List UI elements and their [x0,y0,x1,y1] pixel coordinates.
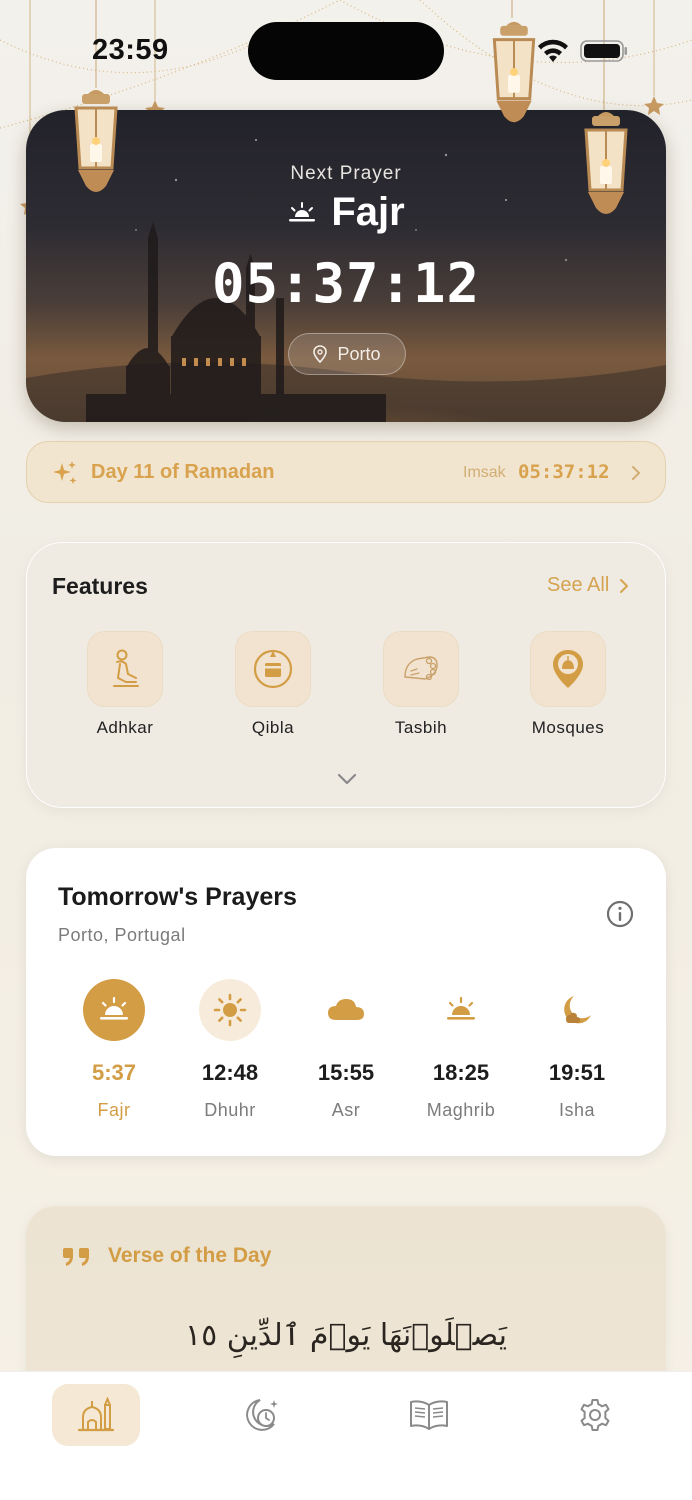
prayer-maghrib-name: Maghrib [426,1100,496,1120]
see-all-button[interactable]: See All [547,574,629,597]
mosque-silhouette [86,222,386,422]
prayer-fajr-name: Fajr [97,1100,131,1120]
gear-icon [580,1399,610,1431]
prayer-asr-name: Asr [331,1100,361,1120]
status-time: 23:59 [92,34,169,66]
prayer-fajr-badge [83,979,145,1041]
mosque-pin-icon [553,650,583,688]
feature-mosques-tile [530,631,606,707]
prayer-isha-badge [546,979,608,1041]
prayer-dhuhr[interactable]: 12:48 Dhuhr [175,979,285,1121]
location-pill[interactable]: Porto [288,333,406,375]
feature-qibla[interactable]: Qibla [218,631,328,738]
prayer-countdown: 05:37:12 [211,252,481,315]
lantern-decoration-left [74,90,118,192]
sparkle-icon [53,461,77,484]
prayer-isha-time: 19:51 [548,1060,606,1085]
verse-arabic-text: يَصۡلَوۡنَهَا يَوۡمَ ٱلدِّينِ ١٥ [184,1318,508,1353]
tab-quran[interactable] [385,1384,473,1446]
lantern-decoration-right [584,112,628,214]
quote-icon [63,1248,89,1266]
prayer-dhuhr-badge [199,979,261,1041]
prayer-maghrib-badge [430,979,492,1041]
prayer-dhuhr-time: 12:48 [201,1060,259,1085]
prayer-asr-time: 15:55 [317,1060,375,1085]
sun-icon [213,993,247,1027]
see-all-label: See All [547,574,610,596]
sunset-icon [447,996,475,1020]
next-prayer-name: Fajr [331,190,405,234]
feature-adhkar[interactable]: Adhkar [70,631,180,738]
ramadan-day: Day 11 of Ramadan [91,461,275,483]
feature-tasbih-tile [383,631,459,707]
location-name: Porto [337,343,381,364]
features-card: Features See All Adhkar Qibla Tasbih Mos… [26,542,666,808]
prayer-isha-name: Isha [558,1100,596,1120]
feature-tasbih-label: Tasbih [394,718,448,737]
battery-icon [580,40,627,62]
tab-prayer-times[interactable] [219,1384,307,1446]
features-title: Features [52,573,148,599]
prayer-isha[interactable]: 19:51 Isha [522,979,632,1121]
sunrise-icon [100,996,128,1020]
prayer-asr[interactable]: 15:55 Asr [291,979,401,1121]
prayer-dhuhr-name: Dhuhr [204,1100,256,1120]
location-pin-icon [313,345,328,363]
feature-adhkar-label: Adhkar [96,718,154,737]
chevron-right-icon [620,578,629,593]
verse-title: Verse of the Day [108,1244,272,1267]
info-icon[interactable] [606,900,634,928]
feature-mosques-label: Mosques [531,718,605,737]
imsak-label: Imsak [463,464,506,481]
dynamic-island [248,22,444,80]
moon-clock-icon [246,1399,278,1431]
prayer-maghrib[interactable]: 18:25 Maghrib [406,979,516,1121]
expand-chevron-icon[interactable] [335,771,359,787]
compass-kaaba-icon [253,649,293,689]
feature-qibla-label: Qibla [251,718,295,737]
ramadan-banner[interactable]: Day 11 of Ramadan Imsak 05:37:12 [26,441,666,503]
imsak-time: 05:37:12 [518,461,610,483]
cloud-icon [328,999,364,1020]
tomorrow-title: Tomorrow's Prayers [58,883,297,911]
feature-mosques[interactable]: Mosques [513,631,623,738]
tomorrow-prayers-card: Tomorrow's Prayers Porto, Portugal 5:37 … [26,848,666,1156]
feature-tasbih[interactable]: Tasbih [366,631,476,738]
mosque-home-icon [77,1397,115,1432]
quran-book-icon [410,1400,448,1430]
moon-icon [564,996,591,1024]
feature-adhkar-tile [87,631,163,707]
prayer-asr-badge [315,979,377,1041]
sunrise-icon [289,201,316,221]
prayer-fajr-time: 5:37 [91,1060,137,1085]
bottom-tab-bar [0,1371,692,1500]
tab-settings[interactable] [551,1384,639,1446]
feature-qibla-tile [235,631,311,707]
tab-home[interactable] [52,1384,140,1446]
chevron-right-icon [632,466,640,480]
praying-person-icon [113,649,139,687]
prayer-maghrib-time: 18:25 [432,1060,490,1085]
tomorrow-location: Porto, Portugal [58,925,186,945]
prayer-fajr[interactable]: 5:37 Fajr [59,979,169,1121]
prayer-beads-icon [404,656,438,681]
lantern-decoration-top [492,21,536,123]
